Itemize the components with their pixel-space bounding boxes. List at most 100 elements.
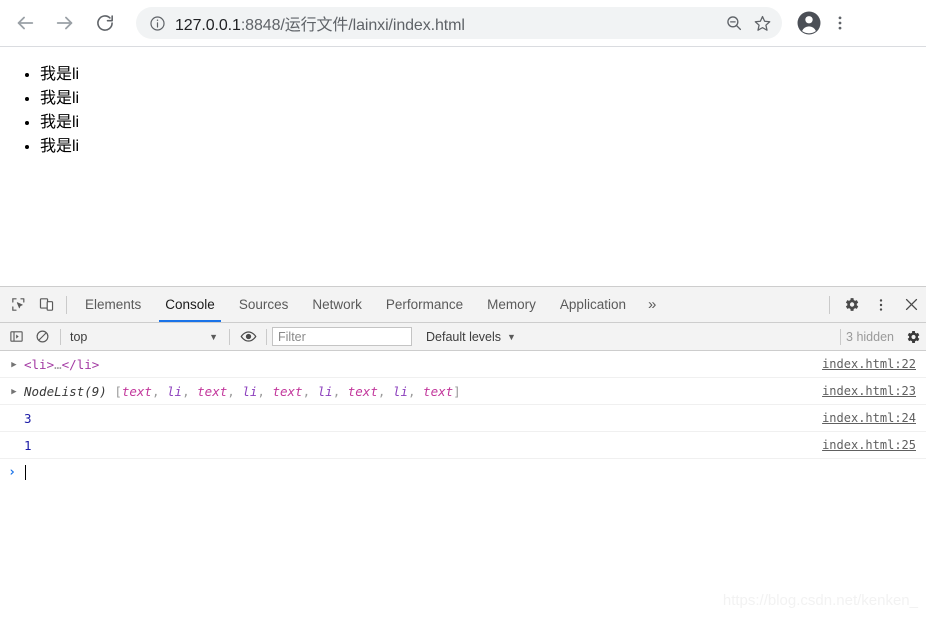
tab-performance[interactable]: Performance [374,287,475,322]
tab-label: Memory [487,297,536,312]
console-filter-bar: top ▼ Default levels ▼ 3 hidden [0,323,926,351]
console-message: <li>…</li> [20,357,822,372]
tab-label: Console [165,297,215,312]
list-item: 我是li [40,135,926,159]
tab-label: Elements [85,297,142,312]
watermark: https://blog.csdn.net/kenken_ [722,592,918,609]
url-rest: :8848/运行文件/lainxi/index.html [240,17,465,34]
three-dot-menu-icon[interactable] [826,8,854,38]
tabstrip-divider-right [829,295,830,314]
account-avatar-icon[interactable] [794,8,824,38]
prompt-chevron-icon: › [8,465,16,480]
device-toolbar-icon[interactable] [32,287,60,322]
console-message: 3 [20,411,822,426]
console-message-list[interactable]: ▶ <li>…</li> index.html:22 ▶ NodeList(9)… [0,351,926,617]
console-message: 1 [20,438,822,453]
nodelist-entry: li [242,383,258,399]
nodelist-name: NodeList(9) [24,383,107,399]
forward-arrow-icon [54,12,76,34]
source-link[interactable]: index.html:23 [822,384,916,398]
inspect-element-icon[interactable] [4,287,32,322]
execution-context-select[interactable]: top ▼ [66,327,224,347]
element-close-tag: </li> [61,356,100,372]
number-value: 1 [24,437,32,453]
nodelist-entry: li [392,383,408,399]
filterbar-divider-3 [266,328,267,345]
live-expression-eye-icon[interactable] [235,324,261,350]
source-link[interactable]: index.html:25 [822,438,916,452]
url-text: 127.0.0.1:8848/运行文件/lainxi/index.html [175,11,465,35]
tab-console[interactable]: Console [153,287,227,322]
source-link[interactable]: index.html:22 [822,357,916,371]
tab-label: Sources [238,297,289,312]
toolbar-right-group [790,8,854,38]
nodelist-entry: text [347,383,378,399]
list-item: 我是li [40,87,926,111]
source-link[interactable]: index.html:24 [822,411,916,425]
close-bracket: ] [453,383,461,399]
chevron-down-icon: ▼ [209,331,218,342]
tab-network[interactable]: Network [300,287,374,322]
devtools-panel: Elements Console Sources Network Perform… [0,286,926,617]
chevron-down-icon: ▼ [507,331,516,342]
tab-label: Application [559,297,626,312]
hidden-messages-count[interactable]: 3 hidden [846,330,894,344]
expand-arrow-icon[interactable]: ▶ [8,386,20,397]
element-open-tag: <li> [24,356,55,372]
browser-toolbar: 127.0.0.1:8848/运行文件/lainxi/index.html [0,0,926,47]
page-viewport: 我是li 我是li 我是li 我是li [0,47,926,286]
list-item: 我是li [40,111,926,135]
nodelist-entry: text [272,383,303,399]
clear-console-icon[interactable] [29,324,55,350]
tabs-overflow-button[interactable]: » [638,287,666,322]
forward-button[interactable] [48,6,82,40]
back-arrow-icon [14,12,36,34]
text-caret [25,465,26,480]
console-row[interactable]: ▶ 1 index.html:25 [0,432,926,459]
element-ellipsis: … [54,356,62,372]
tab-application[interactable]: Application [548,287,638,322]
page-unordered-list: 我是li 我是li 我是li 我是li [0,63,926,159]
tabstrip-divider [66,295,67,314]
tab-elements[interactable]: Elements [73,287,153,322]
console-message: NodeList(9) [text, li, text, li, text, l… [24,383,461,399]
reload-icon [95,13,115,33]
number-value: 3 [24,410,32,426]
nodelist-entry: text [121,383,152,399]
console-settings-gear-icon[interactable] [900,324,926,350]
address-bar[interactable]: 127.0.0.1:8848/运行文件/lainxi/index.html [136,7,782,39]
console-row[interactable]: ▶ <li>…</li> index.html:22 [0,351,926,378]
devtools-close-icon[interactable] [896,287,926,322]
tab-sources[interactable]: Sources [227,287,301,322]
log-levels-value: Default levels [426,329,502,344]
console-sidebar-icon[interactable] [3,324,29,350]
list-item: 我是li [40,63,926,87]
chevron-double-right-icon: » [647,296,657,313]
open-bracket: [ [106,383,122,399]
devtools-settings-gear-icon[interactable] [836,287,866,322]
nodelist-entry: li [317,383,333,399]
url-host: 127.0.0.1 [175,17,241,34]
console-row[interactable]: ▶ NodeList(9) [text, li, text, li, text,… [0,378,926,405]
log-levels-select[interactable]: Default levels ▼ [426,330,516,344]
tab-label: Performance [385,297,464,312]
execution-context-value: top [70,329,88,344]
filterbar-divider-4 [840,328,842,345]
tab-memory[interactable]: Memory [475,287,548,322]
filterbar-divider-2 [229,328,230,345]
nodelist-entry: text [197,383,228,399]
console-row[interactable]: ▶ 3 index.html:24 [0,405,926,432]
back-button[interactable] [8,6,42,40]
console-input-prompt[interactable]: › [0,459,926,486]
star-icon[interactable] [748,9,776,37]
devtools-more-menu-icon[interactable] [866,287,896,322]
expand-arrow-icon[interactable]: ▶ [8,359,20,370]
tabstrip-spacer [666,287,823,322]
console-filter-input[interactable] [272,327,412,346]
info-circle-icon[interactable] [146,12,168,34]
tab-label: Network [312,297,362,312]
zoom-out-icon[interactable] [720,9,748,37]
devtools-tabstrip: Elements Console Sources Network Perform… [0,287,926,323]
nodelist-entry: li [167,383,183,399]
reload-button[interactable] [88,6,122,40]
